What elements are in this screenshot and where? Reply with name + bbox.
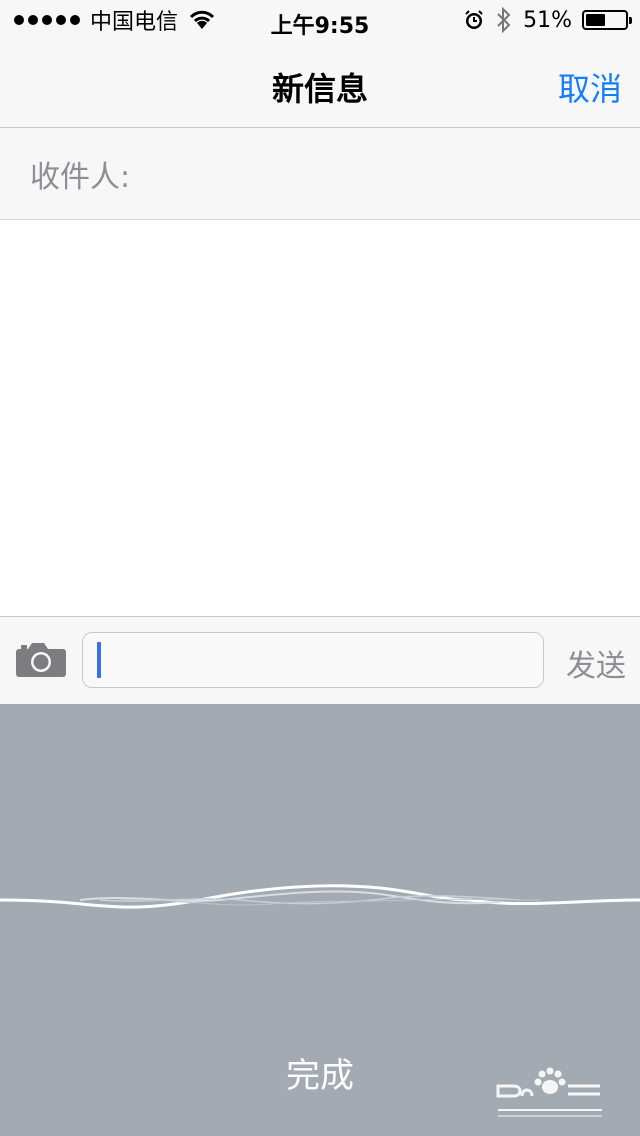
wifi-icon <box>189 10 215 29</box>
bluetooth-icon <box>497 7 511 33</box>
status-right-group: 51% <box>463 7 632 33</box>
recipient-input[interactable] <box>136 142 640 205</box>
recipient-row: 收件人: <box>0 128 640 220</box>
battery-icon <box>582 10 632 30</box>
message-text-field[interactable] <box>82 632 544 688</box>
message-input-bar: 发送 <box>0 616 640 704</box>
camera-icon[interactable] <box>14 641 68 679</box>
page-title: 新信息 <box>271 70 368 108</box>
carrier-name: 中国电信 <box>90 10 179 35</box>
send-button[interactable]: 发送 <box>566 641 626 685</box>
dictation-waveform <box>0 884 640 909</box>
baidu-jingyan-watermark <box>496 1067 602 1117</box>
alarm-icon <box>465 10 483 29</box>
battery-level <box>586 14 606 26</box>
message-thread-area <box>0 220 640 616</box>
navigation-bar: 新信息 取消 <box>0 40 640 128</box>
signal-strength-icon <box>14 15 80 25</box>
status-bar: 中国电信 上午9:55 51% <box>0 0 640 40</box>
cancel-button[interactable]: 取消 <box>558 64 622 110</box>
recipient-label: 收件人: <box>30 159 131 195</box>
text-cursor <box>97 642 101 678</box>
battery-percent: 51% <box>523 7 572 33</box>
